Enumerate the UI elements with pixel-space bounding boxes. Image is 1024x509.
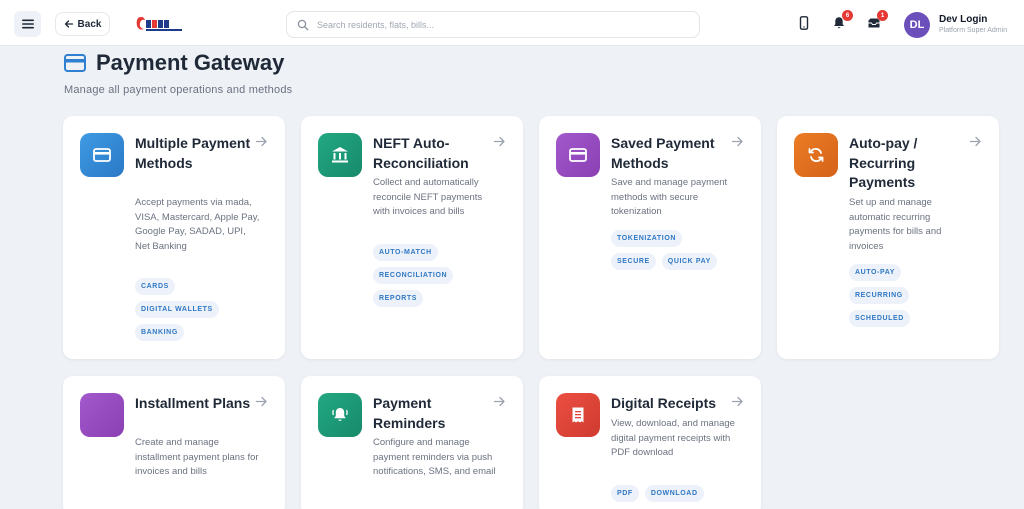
card-icon-box (80, 133, 124, 177)
card-icon-box (318, 133, 362, 177)
card-multiple-payment-methods[interactable]: Multiple Payment Methods Accept payments… (63, 116, 285, 359)
bell-icon (332, 408, 348, 421)
arrow-right-icon[interactable] (255, 395, 268, 408)
card-title: Multiple Payment Methods (135, 135, 251, 171)
card-neft-auto-reconciliation[interactable]: NEFT Auto-Reconciliation Collect and aut… (301, 116, 523, 359)
arrow-right-icon[interactable] (493, 395, 506, 408)
card-icon-box (794, 133, 838, 177)
arrow-right-icon[interactable] (493, 135, 506, 148)
mobile-view-button[interactable] (795, 14, 813, 32)
search-input[interactable] (317, 19, 677, 30)
tag: DOWNLOAD (644, 485, 704, 502)
card-tags: TOKENIZATION SECURE QUICK PAY (611, 230, 751, 270)
card-payment-reminders[interactable]: Payment Reminders Configure and manage p… (301, 376, 523, 509)
tag: RECURRING (849, 287, 909, 304)
bank-icon (332, 147, 348, 163)
tag: TOKENIZATION (611, 230, 683, 247)
card-description: Create and manage installment payment pl… (135, 437, 259, 478)
brand-logo[interactable] (135, 14, 185, 34)
arrow-right-icon[interactable] (255, 135, 268, 148)
search-icon (297, 19, 309, 30)
card-title: Digital Receipts (611, 395, 717, 411)
credit-card-icon (569, 148, 587, 162)
arrow-left-icon (64, 20, 73, 28)
card-title: NEFT Auto-Reconciliation (373, 135, 469, 171)
card-title: Saved Payment Methods (611, 135, 715, 171)
back-label: Back (77, 18, 102, 30)
tag: AUTO-PAY (849, 264, 902, 281)
card-description: Configure and manage payment reminders v… (373, 437, 496, 478)
tag: SECURE (611, 253, 656, 270)
arrow-right-icon[interactable] (731, 395, 744, 408)
card-icon-box (556, 393, 600, 437)
arrow-right-icon[interactable] (969, 135, 982, 148)
card-tags: PDF DOWNLOAD (611, 485, 751, 502)
card-title: Payment Reminders (373, 395, 446, 431)
tag: BANKING (135, 324, 184, 341)
tag: CARDS (135, 278, 175, 295)
page-subtitle: Manage all payment operations and method… (64, 84, 293, 96)
card-tags: CARDS DIGITAL WALLETS BANKING (135, 278, 275, 341)
card-tags: AUTO-MATCH RECONCILIATION REPORTS (373, 244, 513, 307)
receipt-icon (572, 407, 584, 423)
page-header: Payment Gateway Manage all payment opera… (64, 50, 292, 96)
card-description: Accept payments via mada, VISA, Masterca… (135, 197, 260, 252)
tag: REPORTS (373, 290, 424, 307)
card-auto-pay-recurring-payments[interactable]: Auto-pay / Recurring Payments Set up and… (777, 116, 999, 359)
installment-icon (80, 393, 124, 437)
user-name[interactable]: Dev Login (939, 14, 987, 25)
tag: SCHEDULED (849, 310, 910, 327)
tag: AUTO-MATCH (373, 244, 438, 261)
notifications-button[interactable]: 6 (830, 10, 853, 32)
arrow-right-icon[interactable] (731, 135, 744, 148)
card-saved-payment-methods[interactable]: Saved Payment Methods Save and manage pa… (539, 116, 761, 359)
mobile-phone-icon (799, 16, 809, 30)
card-icon-box (318, 393, 362, 437)
card-description: View, download, and manage digital payme… (611, 418, 735, 459)
messages-button[interactable]: 1 (865, 10, 888, 32)
back-button[interactable]: Back (55, 12, 110, 36)
card-description: Collect and automatically reconcile NEFT… (373, 177, 483, 218)
avatar[interactable]: DL (904, 12, 930, 38)
card-description: Save and manage payment methods with sec… (611, 177, 728, 218)
tag: PDF (611, 485, 639, 502)
top-bar: Back 6 1 DL Dev Login Platform Super Adm… (0, 0, 1024, 46)
notifications-badge: 6 (842, 10, 853, 21)
credit-card-icon (93, 148, 111, 162)
credit-card-icon (64, 54, 86, 72)
tag: QUICK PAY (661, 253, 717, 270)
tag: DIGITAL WALLETS (135, 301, 219, 318)
tag: RECONCILIATION (373, 267, 454, 284)
hamburger-icon (21, 19, 34, 29)
card-digital-receipts[interactable]: Digital Receipts View, download, and man… (539, 376, 761, 509)
card-tags: AUTO-PAY RECURRING SCHEDULED (849, 264, 989, 327)
card-description: Set up and manage automatic recurring pa… (849, 197, 942, 252)
messages-badge: 1 (877, 10, 888, 21)
card-title: Auto-pay / Recurring Payments (849, 135, 918, 190)
card-installment-plans[interactable]: Installment Plans Create and manage inst… (63, 376, 285, 509)
menu-button[interactable] (14, 11, 41, 37)
user-role: Platform Super Admin (939, 27, 1008, 34)
page-title: Payment Gateway (96, 50, 285, 75)
sync-icon (808, 148, 824, 162)
card-title: Installment Plans (135, 395, 251, 411)
card-icon-box (556, 133, 600, 177)
search-bar[interactable] (286, 11, 700, 38)
